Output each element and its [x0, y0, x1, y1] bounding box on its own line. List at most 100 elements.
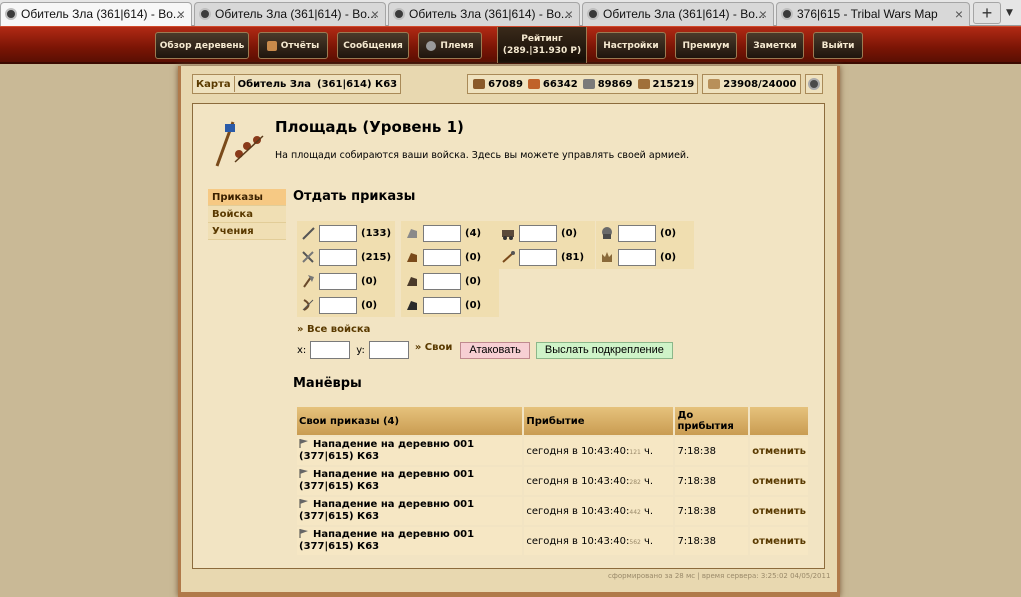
hero-icon-box[interactable] — [804, 74, 823, 94]
catapult-count-link[interactable]: (81) — [561, 252, 584, 263]
command-link[interactable]: Нападение на деревню 001 (377|615) К63 — [299, 529, 474, 552]
light-cavalry-count-link[interactable]: (0) — [465, 252, 481, 263]
spear-input[interactable] — [319, 224, 357, 242]
unit-row: (0) — [297, 293, 395, 317]
close-icon[interactable]: × — [177, 6, 185, 22]
tab-title: Обитель Зла (361|614) - Во... — [21, 7, 183, 21]
submenu-item-training[interactable]: Учения — [208, 223, 286, 240]
noble-input[interactable] — [618, 248, 656, 266]
menu-label: Отчёты — [280, 40, 320, 51]
arrival-ms: 442 — [629, 508, 641, 516]
arrival-ms: 282 — [629, 478, 641, 486]
command-cell[interactable]: Нападение на деревню 001 (377|615) К63 — [297, 527, 523, 555]
village-resource-bar: Карта Обитель Зла (361|614) К63 67089 66… — [192, 74, 823, 96]
arrival-cell: сегодня в 10:43:40:442 ч. — [524, 497, 674, 525]
browser-tab[interactable]: Обитель Зла (361|614) - Во... × — [194, 2, 386, 26]
close-icon[interactable]: × — [371, 6, 379, 22]
browser-tab[interactable]: Обитель Зла (361|614) - Во... × — [388, 2, 580, 26]
spy-input[interactable] — [423, 224, 461, 242]
axe-count-link[interactable]: (0) — [361, 276, 377, 287]
submenu-item-troops[interactable]: Войска — [208, 206, 286, 223]
table-row: Нападение на деревню 001 (377|615) К63 с… — [297, 497, 808, 525]
page-title: Площадь (Уровень 1) — [275, 118, 464, 136]
all-troops-link[interactable]: » Все войска — [297, 324, 370, 335]
command-link[interactable]: Нападение на деревню 001 (377|615) К63 — [299, 499, 474, 522]
arrival-ms: 562 — [629, 538, 641, 546]
table-row: Нападение на деревню 001 (377|615) К63 с… — [297, 527, 808, 555]
page-description: На площади собираются ваши войска. Здесь… — [275, 150, 690, 161]
new-tab-button[interactable]: + — [973, 2, 1001, 24]
attack-button[interactable]: Атаковать — [460, 341, 530, 359]
remaining-cell: 7:18:38 — [675, 437, 749, 465]
menu-messages-button[interactable]: Сообщения — [337, 32, 409, 59]
command-link[interactable]: Нападение на деревню 001 (377|615) К63 — [299, 469, 474, 492]
column-header: Прибытие — [524, 407, 674, 435]
mounted-archer-input[interactable] — [423, 272, 461, 290]
tribal-wars-favicon-icon — [587, 8, 599, 20]
command-cell[interactable]: Нападение на деревню 001 (377|615) К63 — [297, 437, 523, 465]
paladin-count-link[interactable]: (0) — [660, 228, 676, 239]
cancel-link[interactable]: отменить — [750, 527, 808, 555]
own-villages-link[interactable]: » Свои — [415, 342, 453, 353]
map-link[interactable]: Карта — [196, 79, 231, 90]
x-coordinate-input[interactable] — [310, 341, 351, 359]
browser-tab[interactable]: 376|615 - Tribal Wars Map × — [776, 2, 970, 26]
attack-flag-icon — [299, 439, 309, 448]
menu-notes-button[interactable]: Заметки — [746, 32, 804, 59]
light-cavalry-input[interactable] — [423, 248, 461, 266]
y-coordinate-input[interactable] — [368, 341, 409, 359]
archer-input[interactable] — [319, 296, 357, 314]
cancel-link[interactable]: отменить — [750, 467, 808, 495]
server-time-footer: сформировано за 28 мс | время сервера: 3… — [608, 572, 831, 580]
x-label: x: — [297, 344, 307, 356]
submenu-item-orders[interactable]: Приказы — [208, 189, 286, 206]
menu-logout-button[interactable]: Выйти — [813, 32, 863, 59]
ram-count-link[interactable]: (0) — [561, 228, 577, 239]
mounted-archer-count-link[interactable]: (0) — [465, 276, 481, 287]
spy-count-link[interactable]: (4) — [465, 228, 481, 239]
cancel-link[interactable]: отменить — [750, 437, 808, 465]
close-icon[interactable]: × — [565, 6, 573, 22]
archer-count-link[interactable]: (0) — [361, 300, 377, 311]
paladin-input[interactable] — [618, 224, 656, 242]
ram-input[interactable] — [519, 224, 557, 242]
command-cell[interactable]: Нападение на деревню 001 (377|615) К63 — [297, 497, 523, 525]
catapult-input[interactable] — [519, 248, 557, 266]
menu-label: Сообщения — [343, 40, 403, 51]
heavy-cavalry-input[interactable] — [423, 296, 461, 314]
browser-tab[interactable]: Обитель Зла (361|614) - Во... × — [582, 2, 774, 26]
close-icon[interactable]: × — [759, 6, 767, 22]
village-name-link[interactable]: Обитель Зла — [238, 79, 311, 90]
close-icon[interactable]: × — [955, 6, 963, 22]
menu-premium-button[interactable]: Премиум — [675, 32, 737, 59]
heavy-cavalry-count-link[interactable]: (0) — [465, 300, 481, 311]
menu-settings-button[interactable]: Настройки — [596, 32, 666, 59]
axe-input[interactable] — [319, 272, 357, 290]
arrival-unit: ч. — [644, 535, 654, 547]
column-header — [750, 407, 808, 435]
unit-row: (0) — [401, 245, 499, 269]
noble-count-link[interactable]: (0) — [660, 252, 676, 263]
spear-count-link[interactable]: (133) — [361, 228, 391, 239]
command-link[interactable]: Нападение на деревню 001 (377|615) К63 — [299, 439, 474, 462]
sword-input[interactable] — [319, 248, 357, 266]
rating-display[interactable]: Рейтинг (289.|31.930 Р) — [497, 27, 587, 63]
send-support-button[interactable]: Выслать подкрепление — [535, 341, 673, 359]
tab-list-arrow-icon[interactable]: ▼ — [1006, 8, 1013, 18]
command-cell[interactable]: Нападение на деревню 001 (377|615) К63 — [297, 467, 523, 495]
sword-count-link[interactable]: (215) — [361, 252, 391, 263]
cancel-link[interactable]: отменить — [750, 497, 808, 525]
orders-heading: Отдать приказы — [293, 189, 416, 204]
table-row: Нападение на деревню 001 (377|615) К63 с… — [297, 467, 808, 495]
unit-row: (81) — [497, 245, 595, 269]
maneuvers-heading: Манёвры — [293, 376, 362, 391]
tribal-wars-favicon-icon — [781, 8, 793, 20]
unit-row: (0) — [596, 245, 694, 269]
browser-tab[interactable]: Обитель Зла (361|614) - Во... × — [0, 2, 192, 27]
menu-reports-button[interactable]: Отчёты — [258, 32, 328, 59]
menu-overview-button[interactable]: Обзор деревень — [155, 32, 249, 59]
menu-tribe-button[interactable]: Племя — [418, 32, 482, 59]
unit-column: (133) (215) (0) (0) — [297, 221, 395, 317]
unit-column: (4) (0) (0) (0) — [401, 221, 499, 317]
unit-row: (0) — [596, 221, 694, 245]
